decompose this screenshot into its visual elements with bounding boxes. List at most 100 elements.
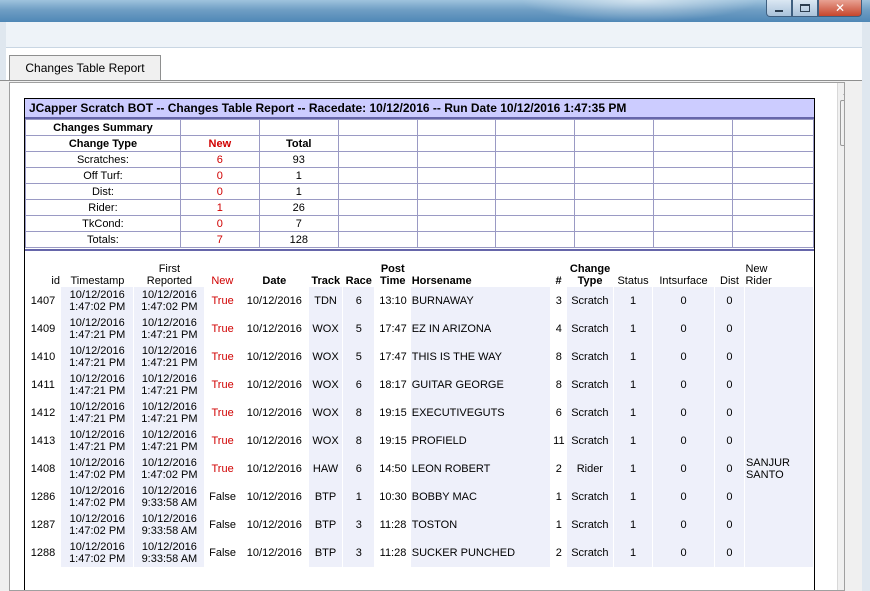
summary-header-new: New [179, 135, 260, 152]
table-row[interactable]: 1407 10/12/2016 1:47:02 PM 10/12/2016 1:47:0… [25, 287, 814, 315]
cell-post: 13:10 [379, 295, 407, 307]
cell-first-reported-date: 10/12/2016 [141, 513, 197, 525]
col-intsurface: Intsurface [659, 275, 708, 287]
cell-first-reported: 10/12/2016 1:47:02 PM [133, 455, 206, 483]
cell-first-reported-date: 10/12/2016 [141, 429, 197, 441]
table-row[interactable]: 1410 10/12/2016 1:47:21 PM 10/12/2016 1:47:2… [25, 343, 814, 371]
col-track: Track [311, 275, 341, 287]
cell-date: 10/12/2016 [246, 323, 302, 335]
table-row[interactable]: 1287 10/12/2016 1:47:02 PM 10/12/2016 9:33:5… [25, 511, 814, 539]
table-row[interactable]: 1409 10/12/2016 1:47:21 PM 10/12/2016 1:47:2… [25, 315, 814, 343]
vertical-scrollbar[interactable]: ▲ [837, 83, 844, 590]
cell-num: 2 [555, 463, 562, 475]
cell-id: 1407 [30, 295, 56, 307]
col-new: New [211, 275, 234, 287]
cell-timestamp-date: 10/12/2016 [69, 345, 125, 357]
summary-new: 0 [179, 183, 260, 200]
col-status: Status [617, 275, 649, 287]
cell-change-type: Scratch [566, 511, 615, 539]
cell-intsurface: 0 [652, 483, 715, 511]
cell-timestamp-date: 10/12/2016 [69, 541, 125, 553]
summary-total: 1 [258, 183, 339, 200]
cell-timestamp: 10/12/2016 1:47:02 PM [60, 511, 135, 539]
table-row[interactable]: 1411 10/12/2016 1:47:21 PM 10/12/2016 1:47:2… [25, 371, 814, 399]
cell-first-reported-date: 10/12/2016 [141, 401, 197, 413]
cell-first-reported-time: 1:47:02 PM [141, 469, 198, 481]
cell-num: 1 [555, 519, 562, 531]
cell-first-reported-date: 10/12/2016 [141, 289, 197, 301]
cell-timestamp-time: 1:47:21 PM [69, 357, 126, 369]
cell-change-type: Scratch [566, 287, 615, 315]
cell-first-reported-time: 9:33:58 AM [141, 553, 198, 565]
cell-timestamp-time: 1:47:21 PM [69, 329, 126, 341]
summary-new: 6 [179, 151, 260, 168]
table-row[interactable]: 1413 10/12/2016 1:47:21 PM 10/12/2016 1:47:2… [25, 427, 814, 455]
cell-intsurface: 0 [652, 427, 715, 455]
minimize-button[interactable] [766, 0, 792, 17]
col-change-type: Change Type [567, 263, 614, 287]
tab-label: Changes Table Report [25, 61, 145, 75]
close-icon: ✕ [834, 1, 846, 15]
col-new-rider-line2: Rider [745, 275, 772, 287]
cell-track: WOX [308, 427, 344, 455]
col-dist: Dist [720, 275, 739, 287]
table-row[interactable]: 1412 10/12/2016 1:47:21 PM 10/12/2016 1:47:2… [25, 399, 814, 427]
table-row[interactable]: 1408 10/12/2016 1:47:02 PM 10/12/2016 1:47:0… [25, 455, 814, 483]
cell-new-rider [744, 343, 814, 371]
tab-changes-table-report[interactable]: Changes Table Report [9, 55, 161, 80]
cell-dist: 0 [714, 315, 745, 343]
cell-num: 3 [555, 295, 562, 307]
cell-status: 1 [613, 511, 654, 539]
cell-timestamp: 10/12/2016 1:47:21 PM [60, 315, 135, 343]
cell-change-type: Scratch [566, 343, 615, 371]
cell-num: 8 [555, 379, 562, 391]
report-title: JCapper Scratch BOT -- Changes Table Rep… [25, 99, 814, 119]
cell-horsename: BURNAWAY [410, 287, 552, 315]
cell-timestamp-date: 10/12/2016 [69, 317, 125, 329]
cell-horsename: EXECUTIVEGUTS [410, 399, 552, 427]
cell-first-reported-time: 1:47:02 PM [141, 301, 198, 313]
summary-total: 1 [258, 167, 339, 184]
cell-timestamp-date: 10/12/2016 [69, 485, 125, 497]
cell-first-reported: 10/12/2016 9:33:58 AM [133, 511, 206, 539]
report-viewer[interactable]: JCapper Scratch BOT -- Changes Table Rep… [9, 82, 845, 591]
cell-intsurface: 0 [652, 511, 715, 539]
cell-status: 1 [613, 287, 654, 315]
summary-total: 93 [258, 151, 339, 168]
col-change-type-line1: Change [569, 263, 611, 275]
cell-new: False [209, 519, 237, 531]
cell-post: 18:17 [379, 379, 407, 391]
cell-new: False [209, 491, 237, 503]
cell-rider-line1: SANJUR [745, 457, 790, 469]
cell-timestamp-date: 10/12/2016 [69, 401, 125, 413]
cell-first-reported-time: 9:33:58 AM [141, 497, 198, 509]
cell-dist: 0 [714, 371, 745, 399]
cell-date: 10/12/2016 [246, 519, 302, 531]
cell-dist: 0 [714, 483, 745, 511]
cell-status: 1 [613, 427, 654, 455]
window-titlebar[interactable]: ✕ [0, 0, 870, 22]
cell-change-type: Scratch [566, 371, 615, 399]
summary-new: 1 [179, 199, 260, 216]
cell-date: 10/12/2016 [246, 547, 302, 559]
scroll-up-button[interactable]: ▲ [838, 83, 844, 100]
cell-horsename: BOBBY MAC [410, 483, 552, 511]
cell-first-reported: 10/12/2016 9:33:58 AM [133, 539, 206, 567]
cell-first-reported: 10/12/2016 9:33:58 AM [133, 483, 206, 511]
cell-first-reported: 10/12/2016 1:47:21 PM [133, 399, 206, 427]
scrollbar-thumb[interactable] [840, 100, 844, 146]
cell-change-type: Scratch [566, 539, 615, 567]
cell-id: 1410 [30, 351, 56, 363]
summary-new: 0 [179, 215, 260, 232]
close-button[interactable]: ✕ [818, 0, 862, 17]
cell-id: 1413 [30, 435, 56, 447]
cell-race: 3 [342, 539, 376, 567]
cell-first-reported-time: 1:47:21 PM [141, 441, 198, 453]
table-row[interactable]: 1286 10/12/2016 1:47:02 PM 10/12/2016 9:33:5… [25, 483, 814, 511]
maximize-button[interactable] [792, 0, 818, 17]
cell-first-reported: 10/12/2016 1:47:21 PM [133, 343, 206, 371]
table-row[interactable]: 1288 10/12/2016 1:47:02 PM 10/12/2016 9:33:5… [25, 539, 814, 567]
col-id: id [51, 275, 60, 287]
summary-total: 128 [258, 231, 339, 248]
cell-horsename: THIS IS THE WAY [410, 343, 552, 371]
